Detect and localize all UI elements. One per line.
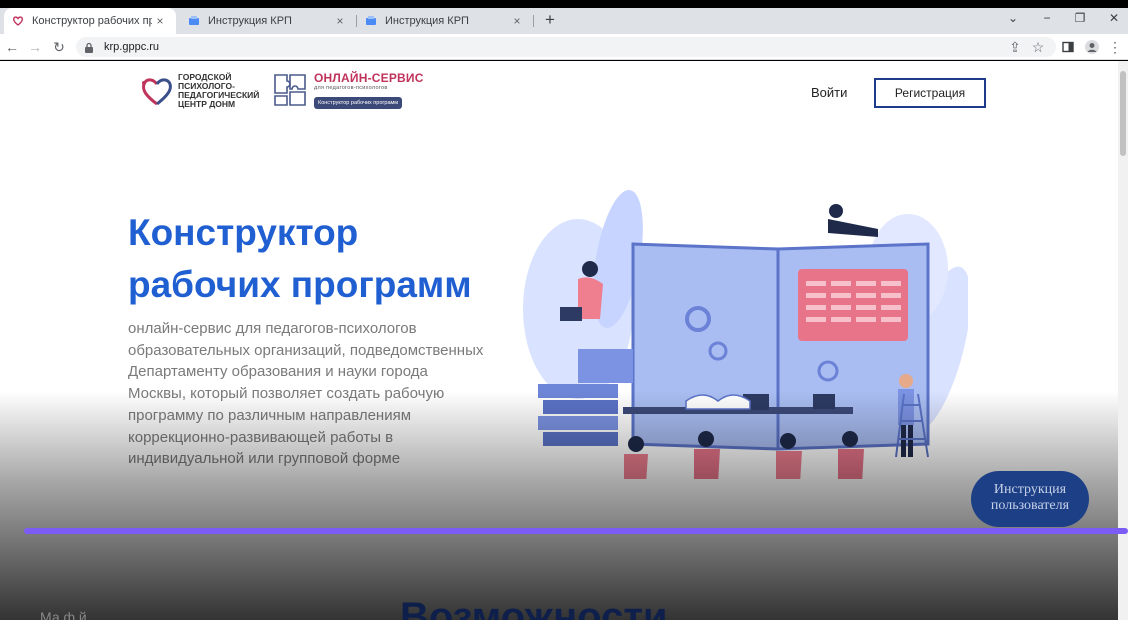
puzzle-icon <box>274 74 306 106</box>
tab-divider <box>533 15 534 27</box>
side-panel-icon[interactable] <box>1059 38 1077 56</box>
tab-strip: Конструктор рабочих программ × Инструкци… <box>0 8 1128 34</box>
tab-title: Инструкция КРП <box>208 15 292 27</box>
reload-icon[interactable]: ↻ <box>50 38 68 56</box>
person-figure <box>828 204 878 237</box>
tab-instruction-1[interactable]: Инструкция КРП × <box>180 8 356 34</box>
lock-icon <box>84 41 96 53</box>
forward-arrow-icon[interactable]: → <box>26 38 44 56</box>
next-section-heading: Возможности <box>400 595 668 620</box>
service-pill: Конструктор рабочих программ <box>314 97 403 109</box>
next-section-text: Ма ф й <box>40 609 87 620</box>
heart-logo-icon <box>142 78 172 106</box>
profile-icon[interactable] <box>1083 38 1101 56</box>
register-button[interactable]: Регистрация <box>874 78 986 108</box>
scrollbar-thumb[interactable] <box>1120 71 1126 156</box>
web-page: ГОРОДСКОЙ ПСИХОЛОГО- ПЕДАГОГИЧЕСКИЙ ЦЕНТ… <box>0 61 1118 620</box>
restore-icon[interactable]: ❐ <box>1070 11 1090 25</box>
org-logo-text: ГОРОДСКОЙ ПСИХОЛОГО- ПЕДАГОГИЧЕСКИЙ ЦЕНТ… <box>178 72 260 109</box>
minimize-icon[interactable]: − <box>1037 11 1057 25</box>
book-stack <box>543 400 618 414</box>
hero-title: Конструктор рабочих программ <box>128 212 472 305</box>
tab-instruction-2[interactable]: Инструкция КРП × <box>357 8 533 34</box>
back-arrow-icon[interactable]: ← <box>3 38 21 56</box>
video-progress-bar[interactable] <box>24 528 1128 534</box>
service-logo[interactable]: ОНЛАЙН-СЕРВИС для педагогов-психологов К… <box>272 71 424 109</box>
tab-constructor[interactable]: Конструктор рабочих программ × <box>4 8 176 34</box>
address-bar[interactable]: krp.gppc.ru <box>76 37 1056 57</box>
chevron-down-icon[interactable]: ⌄ <box>1003 11 1023 25</box>
service-subtitle: для педагогов-психологов <box>314 85 388 91</box>
close-icon[interactable]: × <box>509 14 525 28</box>
book-stack <box>578 349 633 383</box>
close-icon[interactable]: × <box>332 14 348 28</box>
heart-logo-icon <box>12 15 24 27</box>
service-brand: ОНЛАЙН-СЕРВИС <box>314 71 424 85</box>
page-scrollbar[interactable] <box>1118 61 1128 620</box>
close-icon[interactable]: × <box>152 14 168 28</box>
star-icon[interactable]: ☆ <box>1029 38 1047 56</box>
hero-illustration <box>523 189 968 479</box>
book-left-page <box>631 242 780 451</box>
screen: Конструктор рабочих программ × Инструкци… <box>0 0 1128 620</box>
tab-title: Конструктор рабочих программ <box>32 15 152 27</box>
book-stack <box>538 416 618 430</box>
hero-description: онлайн-сервис для педагогов-психологов о… <box>128 320 484 468</box>
url-text: krp.gppc.ru <box>104 41 160 53</box>
tab-title: Инструкция КРП <box>385 15 469 27</box>
browser-toolbar: ← → ↻ krp.gppc.ru ⇪ ☆ ⋮ <box>0 34 1128 60</box>
window-close-icon[interactable]: ✕ <box>1104 11 1124 25</box>
drive-icon <box>188 15 200 27</box>
share-icon[interactable]: ⇪ <box>1006 38 1024 56</box>
user-guide-button[interactable]: Инструкция пользователя <box>971 471 1089 527</box>
drive-icon <box>365 15 377 27</box>
new-tab-button[interactable]: + <box>540 10 560 30</box>
org-logo[interactable]: ГОРОДСКОЙ ПСИХОЛОГО- ПЕДАГОГИЧЕСКИЙ ЦЕНТ… <box>140 73 259 109</box>
book-stack <box>543 432 618 446</box>
book-stack <box>538 384 618 398</box>
kebab-menu-icon[interactable]: ⋮ <box>1106 38 1124 56</box>
login-link[interactable]: Войти <box>811 85 847 100</box>
laptop-icon <box>813 394 835 409</box>
